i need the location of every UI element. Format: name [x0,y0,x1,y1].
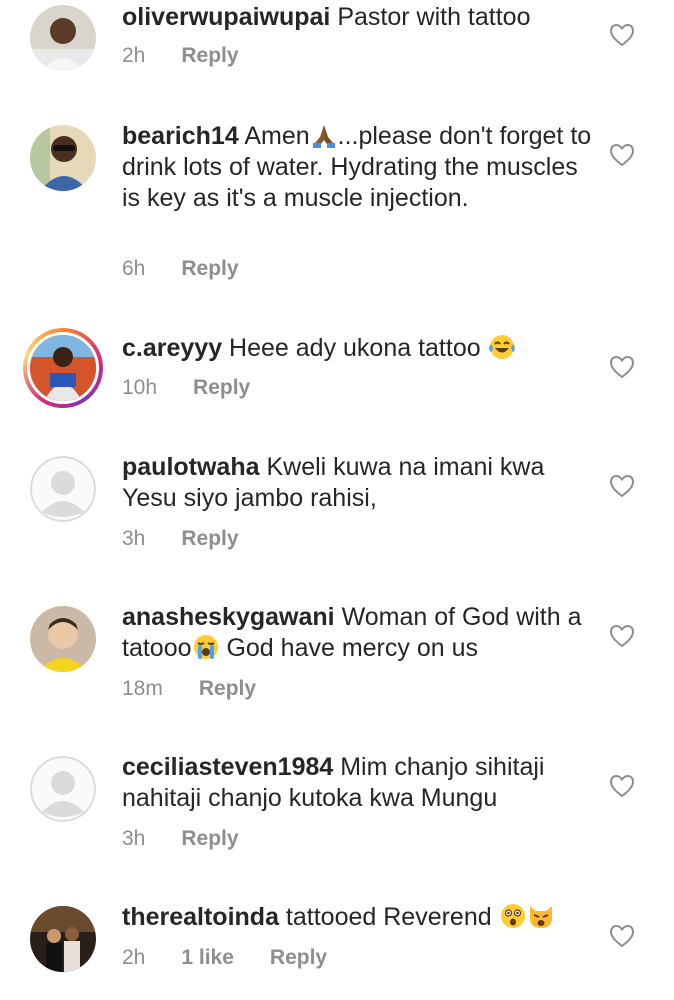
comment-text: bearich14 Amen ...please don't forget to … [122,121,592,214]
loudly-crying-face-emoji-icon [192,633,220,661]
comment-username[interactable]: anasheskygawani [122,603,335,631]
comment-timestamp: 10h [122,376,158,399]
comment-username[interactable]: bearich14 [122,122,239,150]
comment-username[interactable]: therealtoinda [122,903,279,931]
comment-timestamp: 2h [122,44,146,67]
comment-text: paulotwaha Kweli kuwa na imani kwa Yesu … [122,452,592,514]
comment-meta: 6h Reply [122,257,239,281]
comment-username[interactable]: oliverwupaiwupai [122,3,330,31]
comment-username[interactable]: paulotwaha [122,453,260,481]
avatar[interactable] [30,125,96,191]
comment-text: oliverwupaiwupai Pastor with tattoo [122,2,592,33]
comment-meta: 3h Reply [122,827,239,851]
comment-body: Pastor with tattoo [330,3,531,31]
avatar[interactable] [30,5,96,71]
comment-body: Heee ady ukona tattoo [222,334,488,362]
comment-timestamp: 3h [122,527,146,550]
like-heart-icon[interactable] [609,624,635,648]
praying-hands-emoji-icon [310,121,338,149]
reply-button[interactable]: Reply [199,677,256,701]
comment-timestamp: 2h [122,946,146,969]
comment-meta: 10h Reply [122,376,250,400]
comment-body: Amen [238,122,310,150]
avatar[interactable] [30,606,96,672]
comment-text: ceciliasteven1984 Mim chanjo sihitaji na… [122,752,592,814]
comment-text: c.areyyy Heee ady ukona tattoo [122,333,592,364]
default-avatar-icon[interactable] [30,456,96,522]
reply-button[interactable]: Reply [193,376,250,400]
comment-text: therealtoinda tattooed Reverend [122,902,592,933]
like-heart-icon[interactable] [609,143,635,167]
default-avatar-icon[interactable] [30,756,96,822]
comment-meta: 3h Reply [122,527,239,551]
comment-username[interactable]: c.areyyy [122,334,222,362]
weary-cat-emoji-icon [527,902,555,930]
like-heart-icon[interactable] [609,474,635,498]
reply-button[interactable]: Reply [181,827,238,851]
astonished-face-emoji-icon [499,902,527,930]
like-heart-icon[interactable] [609,774,635,798]
comment-username[interactable]: ceciliasteven1984 [122,753,333,781]
comment-timestamp: 18m [122,677,163,700]
comment-meta: 2h 1 like Reply [122,946,327,970]
comment-timestamp: 3h [122,827,146,850]
tears-of-joy-emoji-icon [488,333,516,361]
reply-button[interactable]: Reply [181,44,238,68]
like-heart-icon[interactable] [609,23,635,47]
comment-body: God have mercy on us [219,634,478,662]
avatar-story-ring[interactable] [23,328,103,408]
comment-text: anasheskygawani Woman of God with a tato… [122,602,592,664]
avatar [27,332,99,404]
reply-button[interactable]: Reply [270,946,327,970]
like-heart-icon[interactable] [609,355,635,379]
likes-count-button[interactable]: 1 like [181,946,234,970]
comment-meta: 2h Reply [122,44,239,68]
reply-button[interactable]: Reply [181,257,238,281]
like-heart-icon[interactable] [609,924,635,948]
comment-meta: 18m Reply [122,677,256,701]
reply-button[interactable]: Reply [181,527,238,551]
comment-timestamp: 6h [122,257,146,280]
avatar[interactable] [30,906,96,972]
comment-body: tattooed Reverend [278,903,499,931]
